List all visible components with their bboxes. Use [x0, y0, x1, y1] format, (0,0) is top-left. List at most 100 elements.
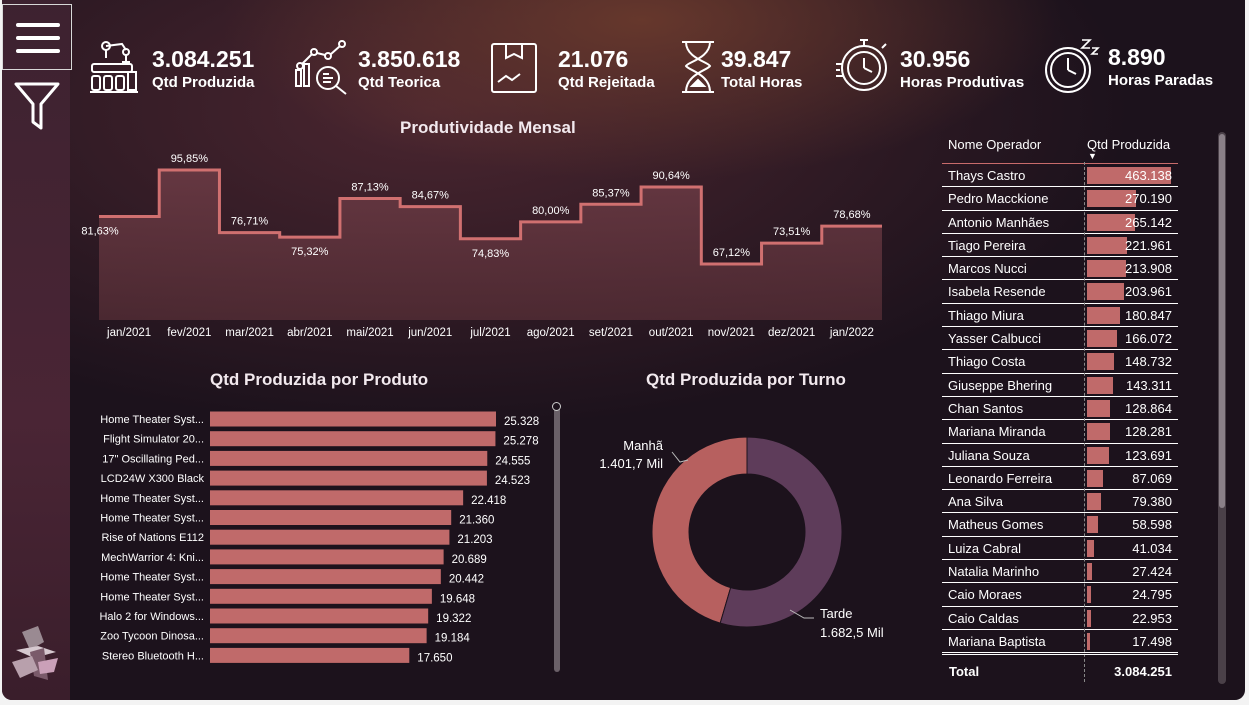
- data-bar: [1087, 563, 1092, 581]
- operator-value: 128.281: [1125, 424, 1172, 440]
- table-row[interactable]: Caio Moraes 24.795: [942, 583, 1178, 607]
- sidebar: [2, 0, 72, 700]
- operator-value: 148.732: [1125, 354, 1172, 370]
- value-label: 20.442: [449, 574, 484, 586]
- operators-scrollbar[interactable]: [1218, 132, 1226, 684]
- kpi-value: 21.076: [558, 46, 629, 72]
- table-row[interactable]: Caio Caldas 22.953: [942, 607, 1178, 630]
- table-row[interactable]: Pedro Macckione 270.190: [942, 187, 1178, 211]
- data-bar: [1087, 493, 1102, 511]
- operator-name: Natalia Marinho: [948, 564, 1040, 580]
- product-bar[interactable]: [210, 569, 441, 585]
- operator-name: Isabela Resende: [948, 284, 1046, 300]
- product-bar[interactable]: [210, 450, 488, 466]
- product-bar[interactable]: [210, 510, 452, 525]
- product-bar[interactable]: [210, 490, 464, 506]
- product-bar[interactable]: [210, 529, 450, 545]
- category-label: 17" Oscillating Ped...: [102, 453, 204, 465]
- table-row[interactable]: Marcos Nucci 213.908: [942, 257, 1178, 281]
- table-row[interactable]: Chan Santos 128.864: [942, 397, 1178, 421]
- table-row[interactable]: Luiza Cabral 41.034: [942, 537, 1178, 561]
- product-bar[interactable]: [210, 628, 427, 644]
- products-scrollbar[interactable]: [552, 402, 561, 672]
- product-bar[interactable]: [210, 470, 487, 486]
- table-row[interactable]: Tiago Pereira 221.961: [942, 234, 1178, 258]
- operator-value: 41.034: [1132, 540, 1172, 556]
- data-bar: [1087, 283, 1124, 301]
- data-label: 95,85%: [171, 153, 209, 165]
- operator-name: Matheus Gomes: [948, 517, 1044, 533]
- category-label: Home Theater Syst...: [100, 572, 204, 584]
- box-icon: [491, 43, 537, 93]
- product-bar[interactable]: [210, 411, 496, 427]
- table-row[interactable]: Yasser Calbucci 166.072: [942, 327, 1178, 351]
- operator-name: Pedro Macckione: [948, 191, 1049, 207]
- table-row[interactable]: Ana Silva 79.380: [942, 490, 1178, 514]
- kpi-qtd-produzida: 3.084.251 Qtd Produzida: [86, 36, 276, 100]
- kpi-total-horas: 39.847 Total Horas: [678, 36, 828, 100]
- filter-icon[interactable]: [14, 80, 60, 132]
- operator-name: Chan Santos: [948, 400, 1024, 416]
- shifts-chart-title: Qtd Produzida por Turno: [646, 370, 846, 389]
- table-row[interactable]: Thays Castro 463.138: [942, 164, 1178, 188]
- operator-value: 22.953: [1132, 610, 1172, 626]
- table-row[interactable]: Matheus Gomes 58.598: [942, 513, 1178, 537]
- table-row[interactable]: Juliana Souza 123.691: [942, 444, 1178, 467]
- data-bar: [1087, 446, 1110, 464]
- table-row[interactable]: Leonardo Ferreira 87.069: [942, 467, 1178, 491]
- column-header-value[interactable]: Qtd Produzida: [1087, 137, 1170, 152]
- scrollbar-thumb[interactable]: [1219, 134, 1225, 508]
- product-bar[interactable]: [210, 431, 496, 447]
- value-label: 19.322: [436, 613, 471, 625]
- x-tick-label: ago/2021: [527, 327, 575, 339]
- operator-value: 87.069: [1132, 470, 1172, 486]
- kpi-label: Horas Produtivas: [900, 74, 1025, 91]
- data-bar: [1087, 609, 1092, 627]
- category-label: Home Theater Syst...: [100, 493, 204, 505]
- monthly-chart-title: Produtividade Mensal: [400, 118, 576, 137]
- sort-desc-icon[interactable]: ▼: [1088, 151, 1097, 161]
- table-row[interactable]: Mariana Baptista 17.498: [942, 630, 1178, 654]
- data-bar: [1087, 260, 1126, 278]
- operator-value: 221.961: [1125, 237, 1172, 253]
- operator-name: Luiza Cabral: [948, 540, 1021, 556]
- product-bar[interactable]: [210, 647, 410, 663]
- table-row[interactable]: Thiago Costa 148.732: [942, 350, 1178, 374]
- hamburger-menu-button[interactable]: [2, 4, 72, 70]
- monthly-area: [99, 170, 882, 320]
- operator-name: Yasser Calbucci: [948, 331, 1041, 347]
- stopwatch-icon: [836, 39, 887, 91]
- table-row[interactable]: Antonio Manhães 265.142: [942, 211, 1178, 234]
- operator-value: 213.908: [1125, 261, 1172, 277]
- dashboard: 3.084.251 Qtd Produzida 3.850.618 Qtd Te…: [2, 0, 1245, 700]
- column-header-name[interactable]: Nome Operador: [948, 137, 1041, 152]
- table-row[interactable]: Thiago Miura 180.847: [942, 304, 1178, 328]
- kpi-label: Qtd Produzida: [152, 74, 255, 91]
- data-label: 75,32%: [291, 246, 329, 258]
- table-row[interactable]: Giuseppe Bhering 143.311: [942, 374, 1178, 397]
- kpi-qtd-teorica: 3.850.618 Qtd Teorica: [292, 36, 472, 100]
- product-bar[interactable]: [210, 588, 432, 604]
- kpi-label: Total Horas: [721, 74, 803, 91]
- x-tick-label: jan/2022: [829, 327, 874, 339]
- products-chart-title: Qtd Produzida por Produto: [210, 370, 429, 389]
- table-row[interactable]: Natalia Marinho 27.424: [942, 560, 1178, 584]
- data-bar: [1087, 330, 1118, 348]
- products-bar-chart: Home Theater Syst... 25.328 Flight Simulat…: [99, 411, 539, 664]
- operators-table: Nome Operador Qtd Produzida ▼ Thays Cast…: [942, 134, 1178, 654]
- data-bar: [1087, 632, 1091, 650]
- product-bar[interactable]: [210, 608, 429, 624]
- kpi-value: 30.956: [900, 46, 971, 72]
- operator-name: Thays Castro: [948, 168, 1026, 183]
- x-tick-label: jun/2021: [407, 327, 452, 339]
- operator-value: 143.311: [1125, 377, 1172, 393]
- operator-value: 17.498: [1132, 633, 1172, 649]
- table-row[interactable]: Isabela Resende 203.961: [942, 280, 1178, 304]
- scroll-knob[interactable]: [552, 402, 561, 411]
- operator-name: Juliana Souza: [948, 447, 1030, 463]
- value-label: 19.648: [440, 593, 475, 605]
- table-row[interactable]: Mariana Miranda 128.281: [942, 420, 1178, 444]
- product-bar[interactable]: [210, 549, 444, 565]
- value-label: 25.278: [503, 436, 538, 448]
- kpi-label: Horas Paradas: [1108, 72, 1214, 89]
